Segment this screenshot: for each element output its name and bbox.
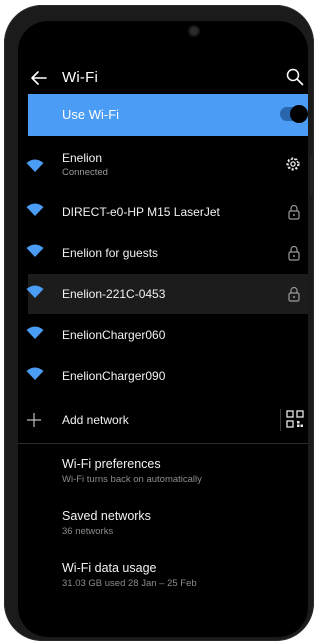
lock-icon [288,204,300,220]
switch-knob [290,105,308,123]
wifi-data-usage-item[interactable]: Wi-Fi data usage 31.03 GB used 28 Jan – … [28,561,308,605]
gear-icon[interactable] [284,155,302,173]
network-item[interactable]: DIRECT-e0-HP M15 LaserJet [26,192,308,232]
pref-title: Wi-Fi preferences [62,457,161,471]
wifi-icon [26,367,44,380]
wifi-icon [26,244,44,257]
wifi-icon [26,285,44,298]
network-name: EnelionCharger060 [62,328,166,342]
back-arrow-icon[interactable] [28,67,50,89]
pref-subtitle: 31.03 GB used 28 Jan – 25 Feb [62,578,197,589]
wifi-icon [26,203,44,216]
network-item[interactable]: EnelionCharger090 [26,356,308,396]
add-network-row[interactable]: Add network [27,401,308,439]
add-network-label: Add network [62,413,129,427]
network-name: Enelion-221C-0453 [62,287,166,301]
search-icon[interactable] [284,66,306,88]
pref-title: Saved networks [62,509,151,523]
section-divider [18,443,308,444]
use-wifi-toggle-row[interactable]: Use Wi-Fi [28,94,308,136]
pref-subtitle: Wi-Fi turns back on automatically [62,474,202,485]
network-item-selected[interactable]: Enelion-221C-0453 [26,274,308,314]
network-item[interactable]: Enelion Connected [26,148,308,188]
screen: Wi-Fi Use Wi-Fi Enelion Connected DIRECT… [18,21,308,637]
network-item[interactable]: EnelionCharger060 [26,315,308,355]
network-name: DIRECT-e0-HP M15 LaserJet [62,205,220,219]
network-item[interactable]: Enelion for guests [26,233,308,273]
network-status: Connected [62,167,108,178]
front-camera [190,27,198,35]
divider [280,409,281,431]
plus-icon [27,413,41,427]
lock-icon [288,286,300,302]
wifi-icon [26,159,44,172]
wifi-icon [26,326,44,339]
app-bar: Wi-Fi [18,59,308,99]
phone-frame: Wi-Fi Use Wi-Fi Enelion Connected DIRECT… [4,5,314,641]
network-name: EnelionCharger090 [62,369,166,383]
use-wifi-switch[interactable] [280,105,308,123]
page-title: Wi-Fi [62,69,98,86]
use-wifi-label: Use Wi-Fi [62,107,120,122]
network-name: Enelion for guests [62,246,159,260]
pref-subtitle: 36 networks [62,526,114,537]
qr-code-icon[interactable] [286,410,304,428]
saved-networks-item[interactable]: Saved networks 36 networks [28,509,308,553]
network-name: Enelion [62,151,103,165]
wifi-preferences-item[interactable]: Wi-Fi preferences Wi-Fi turns back on au… [28,457,308,501]
lock-icon [288,245,300,261]
pref-title: Wi-Fi data usage [62,561,157,575]
side-button [310,155,314,195]
